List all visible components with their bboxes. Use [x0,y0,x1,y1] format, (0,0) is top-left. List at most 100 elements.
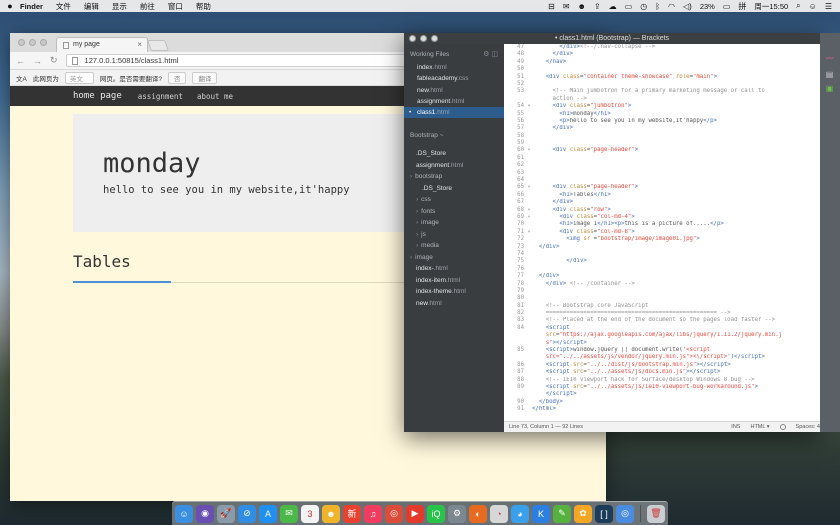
page-info-icon[interactable] [71,57,78,65]
extension-manager-icon[interactable]: ▤ [824,71,835,79]
working-file-item[interactable]: fableacademy.css [404,73,504,84]
cursor-position[interactable]: Line 73, Column 1 — 92 Lines [509,424,721,430]
code-line[interactable]: 67 </div> [504,199,820,206]
iqiyi-icon[interactable]: iQ [427,504,445,523]
working-file-item[interactable]: new.html [404,85,504,96]
translate-button[interactable]: 翻译 [192,71,218,84]
launchpad-icon[interactable]: 🚀 [217,504,235,523]
indent-setting[interactable]: Spaces: 4 [796,424,820,430]
chevron-right-icon[interactable]: › [416,208,418,215]
code-line[interactable]: </script> [504,391,820,398]
tree-folder[interactable]: › fonts [404,206,504,218]
insert-mode[interactable]: INS [731,424,740,430]
chevron-right-icon[interactable]: › [410,254,412,261]
status-icon[interactable]: ⊟ [548,2,555,11]
code-line[interactable]: 83 <!-- Placed at the end of the documen… [504,317,820,324]
chevron-right-icon[interactable]: › [416,231,418,238]
code-line[interactable]: 76 [504,266,820,273]
nav-home-page[interactable]: home page [73,91,122,101]
wechat-icon[interactable]: ✉ [280,504,298,523]
qq-icon[interactable]: ☻ [322,504,340,523]
tree-file[interactable]: index-theme.html [404,286,504,298]
code-line[interactable]: 85 <script>window.jQuery || document.wri… [504,347,820,354]
photos-icon[interactable]: ✿ [574,504,592,523]
wechat-status-icon[interactable]: ✉ [563,2,570,11]
code-line[interactable]: 48 </div> [504,51,820,58]
code-line[interactable]: 50 [504,66,820,73]
tree-file[interactable]: new.html [404,298,504,310]
tree-file[interactable]: index-item.html [404,275,504,287]
brackets-icon[interactable]: [ ] [595,504,613,523]
extension-icon[interactable]: ▣ [824,85,835,93]
chrome-icon[interactable]: ◎ [385,504,403,523]
firefox-icon[interactable]: ◐ [469,504,487,523]
system-preferences-icon[interactable]: ⚙ [448,504,466,523]
tree-folder[interactable]: › css [404,194,504,206]
tree-file[interactable]: .DS_Store [404,148,504,160]
chevron-right-icon[interactable]: › [416,242,418,249]
linter-status-icon[interactable] [779,424,786,430]
reload-icon[interactable]: ↻ [50,55,58,66]
code-line[interactable]: s"></script> [504,340,820,347]
code-line[interactable]: 60 ▾ <div class="page-header"> [504,147,820,154]
code-line[interactable]: 88 <!-- IE10 viewport hack for Surface/d… [504,377,820,384]
code-line[interactable]: 84 <script [504,325,820,332]
battery-percent[interactable]: 23% [700,2,715,11]
code-line[interactable]: 68 ▾ <div class="row"> [504,207,820,214]
code-line[interactable]: 79 [504,288,820,295]
code-line[interactable]: 75 </div> [504,258,820,265]
menu-window[interactable]: 窗口 [168,1,183,12]
code-line[interactable]: 90 </body> [504,399,820,406]
menu-help[interactable]: 帮助 [196,1,211,12]
minimize-button[interactable] [29,39,36,46]
time-machine-icon[interactable]: ◷ [640,2,647,11]
nav-assignment[interactable]: assignment [138,92,183,101]
news-icon[interactable]: 新 [343,504,361,523]
code-line[interactable]: 51 <div class="container theme-showcase"… [504,74,820,81]
project-dropdown[interactable]: Bootstrap ~ [404,118,504,148]
chevron-right-icon[interactable]: › [410,173,412,180]
language-mode[interactable]: HTML ▾ [750,424,769,430]
trash-icon[interactable]: 🗑 [647,504,665,523]
working-files-settings-icon[interactable]: ⚙ ◫ [483,50,498,58]
wifi-icon[interactable]: ◠ [668,2,675,11]
code-line[interactable]: 74 [504,251,820,258]
code-line[interactable]: src="../../assets/js/vendor/jquery.min.j… [504,354,820,361]
menu-view[interactable]: 显示 [112,1,127,12]
tree-file[interactable]: assignment.html [404,160,504,172]
video-icon[interactable]: ▶ [406,504,424,523]
bluetooth-icon[interactable]: ᛒ [655,2,660,11]
code-line[interactable]: 78 </div> <!-- /container --> [504,281,820,288]
nav-about-me[interactable]: about me [197,92,233,101]
code-editor[interactable]: 47 </div><!--/.nav-collapse --> 48 </div>… [504,44,820,421]
code-line[interactable]: src="https://ajax.googleapis.com/ajax/li… [504,332,820,339]
code-line[interactable]: 53 <!-- Main jumbotron for a primary mar… [504,88,820,103]
code-line[interactable]: 52 [504,81,820,88]
spotlight-icon[interactable]: ⌕ [796,1,800,11]
tree-folder[interactable]: › media [404,240,504,252]
chrome-app-icon[interactable]: ◎ [616,504,634,523]
code-line[interactable]: 80 [504,295,820,302]
zoom-button[interactable] [40,39,47,46]
music-icon[interactable]: ♫ [364,504,382,523]
display-status-icon[interactable]: ▭ [625,2,633,11]
browser-tab[interactable]: my page × [56,37,148,52]
tab-close-icon[interactable]: × [137,40,142,49]
live-preview-icon[interactable]: 〰 [824,55,835,63]
chevron-right-icon[interactable]: › [416,219,418,226]
code-line[interactable]: 91 </html> [504,406,820,413]
forward-icon[interactable]: → [33,56,42,66]
finder-icon[interactable]: ☺ [175,504,193,523]
code-line[interactable]: 71 ▾ <div class="col-md-8"> [504,229,820,236]
close-button[interactable] [18,39,25,46]
input-method-icon[interactable]: 拼 [738,1,746,12]
baidu-netdisk-icon[interactable]: ◕ [511,504,529,523]
battery-icon[interactable]: ▭ [723,2,731,11]
code-line[interactable]: 86 <script src="../../dist/js/bootstrap.… [504,362,820,369]
code-line[interactable]: 77 </div> [504,273,820,280]
back-icon[interactable]: ← [16,56,25,66]
user-icon[interactable]: ☺ [809,2,817,11]
tree-folder[interactable]: › image [404,217,504,229]
code-line[interactable]: 72 <img sr ="bootstrap/image/image01.jpg… [504,236,820,243]
upload-status-icon[interactable]: ⇪ [594,2,601,11]
